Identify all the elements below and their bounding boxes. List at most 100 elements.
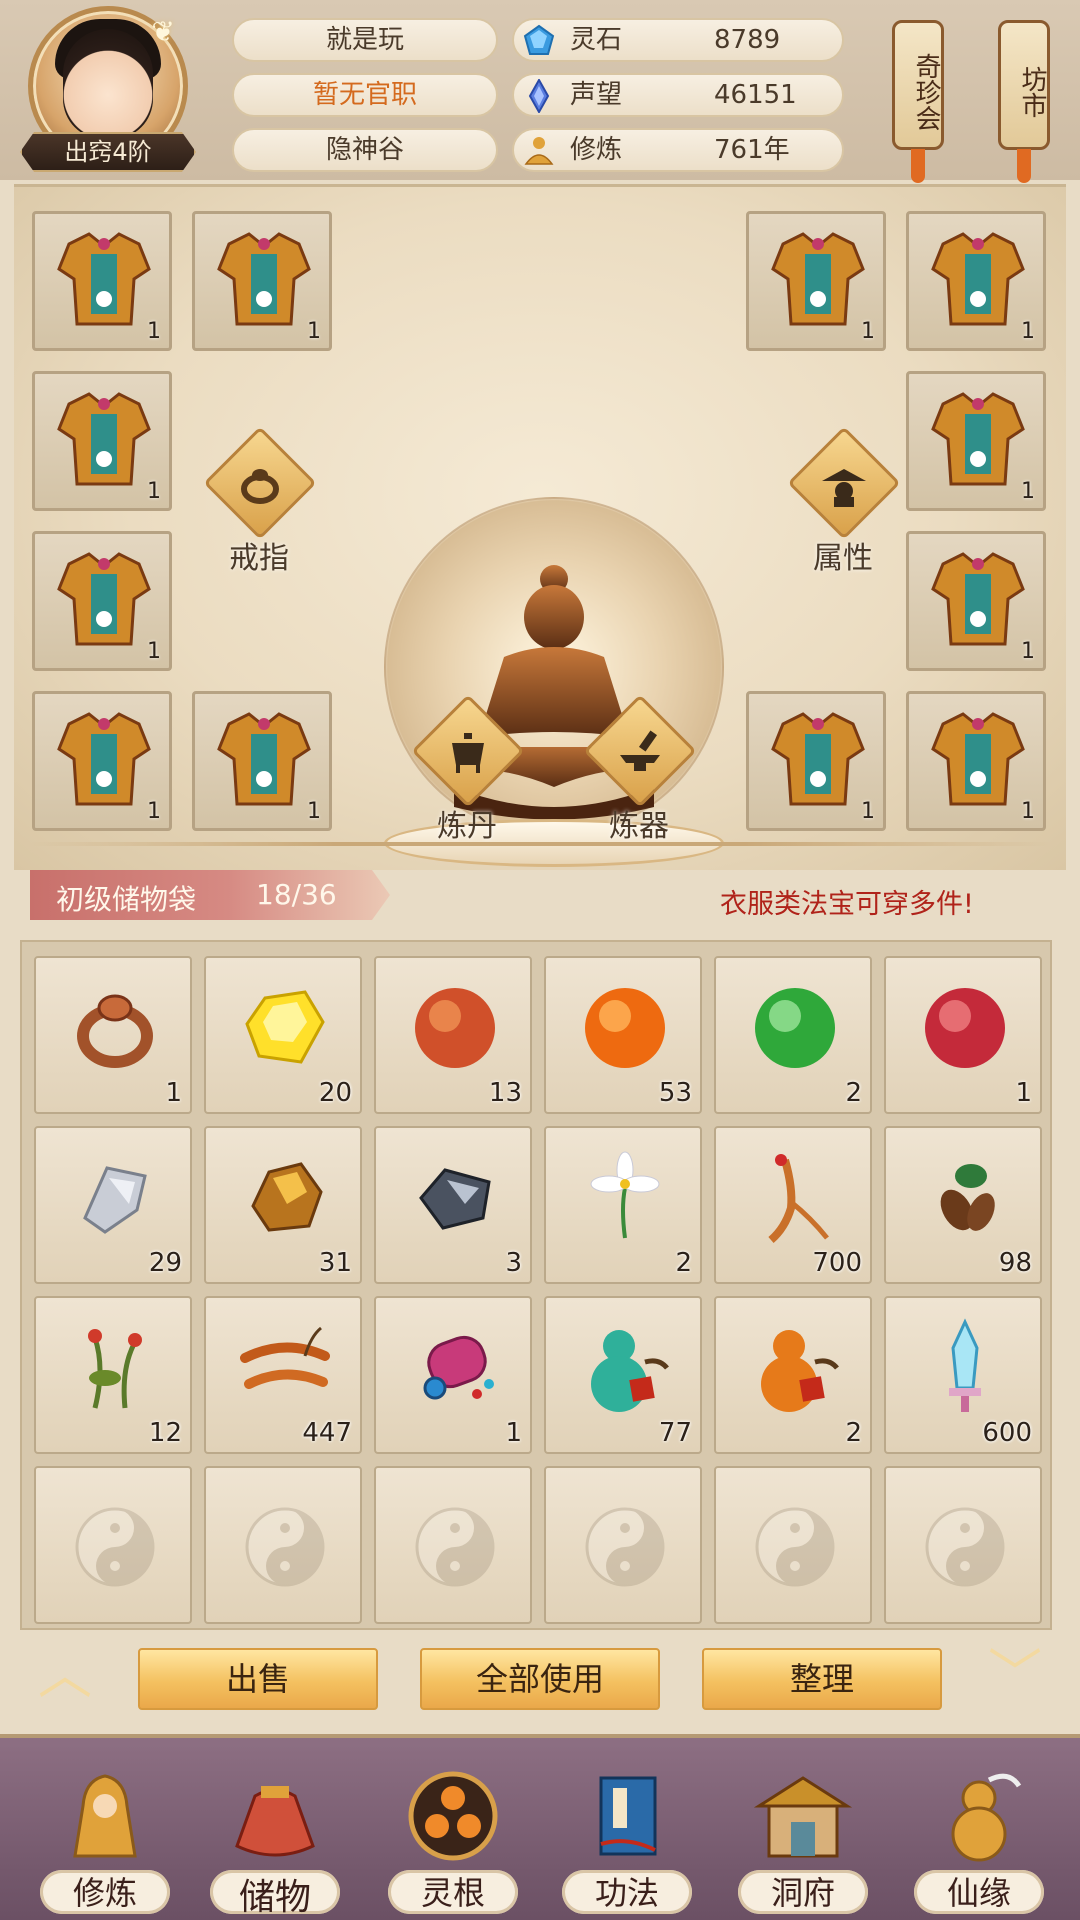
crimson-orb-icon — [925, 988, 1005, 1068]
monk-icon — [73, 1774, 137, 1858]
armor-icon — [217, 232, 311, 326]
equip-slot[interactable]: 1 — [746, 691, 886, 831]
nav-label: 修炼 — [72, 1874, 137, 1912]
sell-button[interactable]: 出售 — [138, 1648, 378, 1710]
ring-button[interactable]: 戒指 — [203, 426, 317, 576]
bag-name: 初级储物袋 — [56, 883, 197, 916]
scroll-artifact-icon — [423, 1335, 494, 1400]
stat-label: 修炼 — [570, 135, 623, 165]
nav-cultivate[interactable]: 修炼 — [30, 1738, 180, 1920]
equip-slot[interactable]: 1 — [906, 691, 1046, 831]
item-count: 1 — [1021, 639, 1035, 664]
empty-inventory-slot[interactable] — [204, 1466, 362, 1624]
nav-label: 功法 — [594, 1874, 659, 1912]
bag-hint: 衣服类法宝可穿多件! — [720, 889, 974, 920]
player-title: 暂无官职 — [232, 73, 498, 117]
inventory-slot[interactable]: 2 — [544, 1126, 702, 1284]
equip-slot[interactable]: 1 — [906, 211, 1046, 351]
inventory-slot[interactable]: 13 — [374, 956, 532, 1114]
inventory-slot[interactable]: 1 — [374, 1296, 532, 1454]
top-bar: ❦ 出窍4阶 就是玩 暂无官职 隐神谷 灵石 8789 声望 46151 修炼 … — [0, 0, 1080, 183]
dark-ore-icon — [419, 1168, 491, 1230]
stat-reputation: 声望 46151 — [512, 73, 844, 117]
inventory-slot[interactable]: 2 — [714, 956, 872, 1114]
nav-storage[interactable]: 储物 — [200, 1738, 350, 1920]
empty-inventory-slot[interactable] — [374, 1466, 532, 1624]
sort-button[interactable]: 整理 — [702, 1648, 942, 1710]
green-gourd-icon — [591, 1330, 669, 1412]
anvil-icon — [620, 730, 660, 771]
equip-slot[interactable]: 1 — [32, 691, 172, 831]
realm-badge: 出窍4阶 — [20, 132, 196, 172]
armor-icon — [931, 392, 1025, 486]
item-count: 1 — [147, 479, 161, 504]
treasure-auction-button[interactable]: 奇珍会 — [892, 20, 944, 183]
armor-icon — [217, 712, 311, 806]
scroll-up-arrow-icon[interactable]: ︿ — [30, 1648, 100, 1702]
storage-bag-header[interactable]: 初级储物袋 18/36 — [30, 870, 390, 920]
inventory-slot[interactable]: 1 — [884, 956, 1042, 1114]
item-count: 98 — [998, 1248, 1032, 1278]
cauldron-icon — [452, 733, 484, 773]
inventory-slot[interactable]: 29 — [34, 1126, 192, 1284]
nav-cave-dwelling[interactable]: 洞府 — [728, 1738, 878, 1920]
inventory-slot[interactable]: 12 — [34, 1296, 192, 1454]
item-count: 700 — [812, 1248, 862, 1278]
alchemy-button[interactable]: 炼丹 — [411, 694, 525, 844]
forge-button[interactable]: 炼器 — [583, 694, 697, 844]
storage-bag-icon — [235, 1786, 315, 1857]
empty-inventory-slot[interactable] — [714, 1466, 872, 1624]
nav-spirit-root[interactable]: 灵根 — [378, 1738, 528, 1920]
inventory-slot[interactable]: 98 — [884, 1126, 1042, 1284]
item-count: 1 — [307, 319, 321, 344]
orange-gourd-icon — [761, 1330, 839, 1412]
item-count: 77 — [658, 1418, 692, 1448]
equip-slot[interactable]: 1 — [192, 691, 332, 831]
red-flower-herb-icon — [88, 1329, 142, 1409]
inventory-slot[interactable]: 447 — [204, 1296, 362, 1454]
item-count: 3 — [505, 1248, 522, 1278]
nav-fortune[interactable]: 仙缘 — [904, 1738, 1054, 1920]
inventory-slot[interactable]: 3 — [374, 1126, 532, 1284]
empty-inventory-slot[interactable] — [34, 1466, 192, 1624]
attributes-button[interactable]: 属性 — [787, 426, 901, 576]
cultivation-icon — [524, 137, 554, 165]
equip-slot[interactable]: 1 — [906, 531, 1046, 671]
equipment-panel: 1 1 1 1 1 1 1 1 1 1 1 1 戒指 属性 炼丹 炼器 — [14, 184, 1066, 870]
attributes-label: 属性 — [813, 541, 873, 576]
armor-icon — [57, 552, 151, 646]
forge-label: 炼器 — [609, 809, 669, 844]
nav-techniques[interactable]: 功法 — [552, 1738, 702, 1920]
inventory-slot[interactable]: 700 — [714, 1126, 872, 1284]
item-count: 1 — [1021, 319, 1035, 344]
armor-icon — [771, 712, 865, 806]
reputation-crystal-icon — [528, 79, 550, 113]
inventory-slot[interactable]: 20 — [204, 956, 362, 1114]
equip-slot[interactable]: 1 — [32, 371, 172, 511]
equip-slot[interactable]: 1 — [32, 531, 172, 671]
nav-label: 仙缘 — [946, 1874, 1011, 1912]
inventory-slot[interactable]: 31 — [204, 1126, 362, 1284]
equip-slot[interactable]: 1 — [192, 211, 332, 351]
empty-inventory-slot[interactable] — [544, 1466, 702, 1624]
empty-inventory-slot[interactable] — [884, 1466, 1042, 1624]
equip-slot[interactable]: 1 — [746, 211, 886, 351]
inventory-slot[interactable]: 1 — [34, 956, 192, 1114]
item-count: 20 — [318, 1078, 352, 1108]
market-button[interactable]: 坊市 — [998, 20, 1050, 183]
inventory-slot[interactable]: 2 — [714, 1296, 872, 1454]
scroll-down-arrow-icon[interactable]: ﹀ — [980, 1648, 1050, 1702]
inventory-slot[interactable]: 53 — [544, 956, 702, 1114]
item-count: 1 — [1021, 479, 1035, 504]
item-count: 1 — [505, 1418, 522, 1448]
item-count: 1 — [861, 319, 875, 344]
root-herb-icon — [940, 1164, 995, 1231]
inventory-slot[interactable]: 600 — [884, 1296, 1042, 1454]
use-all-button[interactable]: 全部使用 — [420, 1648, 660, 1710]
inventory-slot[interactable]: 77 — [544, 1296, 702, 1454]
bag-capacity: 18/36 — [256, 878, 337, 911]
item-count: 2 — [845, 1418, 862, 1448]
spirit-root-icon — [408, 1771, 498, 1861]
equip-slot[interactable]: 1 — [32, 211, 172, 351]
equip-slot[interactable]: 1 — [906, 371, 1046, 511]
